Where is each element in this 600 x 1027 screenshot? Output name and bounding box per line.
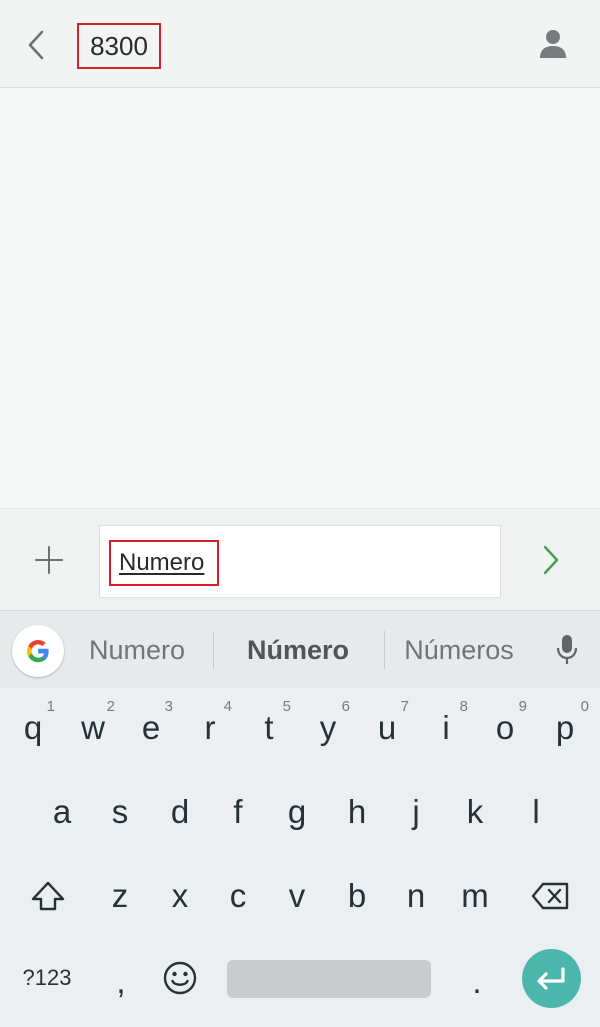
symbols-key[interactable]: ?123: [8, 938, 86, 1018]
key-o[interactable]: o 9: [475, 688, 535, 768]
backspace-icon: [531, 882, 569, 910]
key-h[interactable]: h: [328, 772, 386, 852]
key-hint: 0: [580, 698, 589, 715]
key-label: o: [495, 709, 515, 746]
key-n[interactable]: n: [387, 856, 445, 936]
shift-key[interactable]: [14, 856, 82, 936]
key-f[interactable]: f: [209, 772, 267, 852]
send-icon[interactable]: [538, 543, 564, 577]
suggestion-3[interactable]: Números: [390, 611, 528, 689]
contact-title-text: 8300: [90, 30, 148, 61]
contact-title: 8300: [77, 23, 161, 69]
key-label: e: [141, 709, 161, 746]
key-hint: 6: [341, 698, 350, 715]
key-hint: 2: [106, 698, 115, 715]
key-s[interactable]: s: [91, 772, 149, 852]
emoji-key[interactable]: [151, 938, 209, 1018]
shift-icon: [31, 881, 65, 911]
back-icon[interactable]: [22, 28, 50, 62]
key-hint: 1: [46, 698, 55, 715]
google-g-icon[interactable]: [12, 625, 64, 677]
key-hint: 9: [518, 698, 527, 715]
comma-key[interactable]: ,: [92, 942, 150, 1022]
message-thread: [0, 88, 600, 508]
person-icon[interactable]: [537, 27, 569, 61]
suggestion-strip: Numero Número Números: [0, 610, 600, 688]
key-p[interactable]: p 0: [535, 688, 595, 768]
key-y[interactable]: y 6: [298, 688, 358, 768]
emoji-icon: [163, 961, 197, 995]
key-label: i: [442, 709, 450, 746]
suggestion-2[interactable]: Número: [224, 611, 372, 689]
key-i[interactable]: i 8: [416, 688, 476, 768]
key-b[interactable]: b: [328, 856, 386, 936]
key-label: r: [204, 709, 216, 746]
message-text-highlight: Numero: [109, 540, 219, 586]
key-label: t: [264, 709, 274, 746]
key-u[interactable]: u 7: [357, 688, 417, 768]
suggestion-1[interactable]: Numero: [70, 611, 204, 689]
key-label: y: [319, 709, 337, 746]
key-r[interactable]: r 4: [180, 688, 240, 768]
plus-icon[interactable]: [34, 545, 64, 575]
key-d[interactable]: d: [151, 772, 209, 852]
backspace-key[interactable]: [515, 856, 587, 936]
key-v[interactable]: v: [268, 856, 326, 936]
key-c[interactable]: c: [209, 856, 267, 936]
enter-key[interactable]: [522, 949, 581, 1008]
key-label: u: [377, 709, 397, 746]
message-text: Numero: [119, 549, 205, 576]
key-label: w: [81, 709, 105, 746]
key-hint: 5: [282, 698, 291, 715]
suggestion-divider: [384, 631, 385, 669]
conversation-header: 8300: [0, 0, 600, 88]
key-z[interactable]: z: [91, 856, 149, 936]
key-x[interactable]: x: [151, 856, 209, 936]
key-g[interactable]: g: [268, 772, 326, 852]
enter-icon: [537, 967, 565, 990]
message-input[interactable]: Numero: [99, 525, 501, 598]
microphone-icon[interactable]: [555, 633, 579, 667]
key-m[interactable]: m: [446, 856, 504, 936]
period-key[interactable]: .: [448, 942, 506, 1022]
key-q[interactable]: q 1: [3, 688, 63, 768]
keyboard: q 1 w 2 e 3 r 4 t 5 y 6 u 7 i 8 o 9 p 0 …: [0, 688, 600, 1027]
key-t[interactable]: t 5: [239, 688, 299, 768]
key-j[interactable]: j: [387, 772, 445, 852]
key-hint: 4: [223, 698, 232, 715]
key-e[interactable]: e 3: [121, 688, 181, 768]
key-k[interactable]: k: [446, 772, 504, 852]
key-hint: 7: [400, 698, 409, 715]
key-label: p: [555, 709, 575, 746]
key-hint: 8: [459, 698, 468, 715]
key-hint: 3: [164, 698, 173, 715]
key-w[interactable]: w 2: [63, 688, 123, 768]
compose-bar: Numero: [0, 508, 600, 610]
key-a[interactable]: a: [33, 772, 91, 852]
key-l[interactable]: l: [507, 772, 565, 852]
space-key[interactable]: [227, 960, 431, 998]
suggestion-divider: [213, 631, 214, 669]
key-label: q: [23, 709, 43, 746]
